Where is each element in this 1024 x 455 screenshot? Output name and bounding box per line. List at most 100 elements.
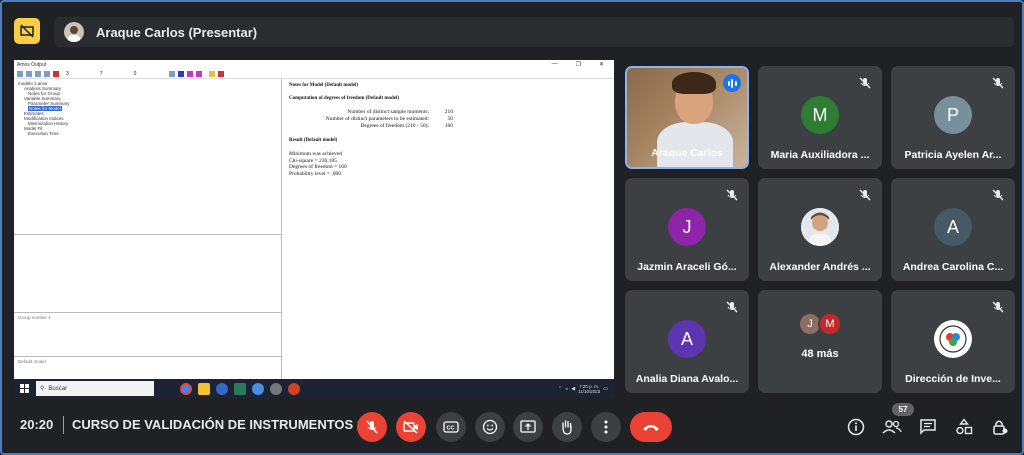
- system-tray: ⌃ ◒ ◀ 7:20 p. m. 11/10/2023 ▭: [558, 384, 614, 394]
- df-label: Degrees of freedom (210 - 50):: [360, 123, 429, 129]
- app2-icon: [252, 382, 264, 395]
- clock-date: 11/10/2023: [578, 388, 601, 394]
- mic-off-icon: [859, 77, 871, 89]
- mic-toggle-button[interactable]: [357, 412, 387, 442]
- participant-name: Jazmin Araceli Gó...: [637, 261, 737, 273]
- preview-icon: [26, 70, 32, 77]
- activities-button[interactable]: [953, 416, 975, 438]
- output-tree-pane: modelo 1.amw Analysis Summary Notes for …: [14, 79, 282, 379]
- print-icon: [17, 70, 23, 77]
- participant-tile[interactable]: Dirección de Inve...: [891, 290, 1015, 393]
- participant-name: Patricia Ayelen Ar...: [904, 149, 1002, 161]
- presenter-banner: Araque Carlos (Presentar): [54, 17, 1014, 47]
- emoji-icon: [482, 419, 498, 435]
- stop-presenting-icon[interactable]: [14, 18, 40, 44]
- folder-icon: [198, 382, 210, 395]
- df-label: Number of distinct parameters to be esti…: [325, 116, 429, 122]
- avatar: P: [934, 96, 972, 134]
- df-row: Number of distinct sample moments: 210: [289, 109, 608, 116]
- model-pane: Default model: [14, 356, 282, 379]
- powerpoint-icon: [288, 382, 300, 395]
- people-button[interactable]: [881, 416, 903, 438]
- minimize-icon: —: [551, 61, 558, 67]
- more-participants-tile[interactable]: J M 48 más: [758, 290, 882, 393]
- participant-tile[interactable]: M Maria Auxiliadora ...: [758, 66, 882, 169]
- copy-icon: [35, 70, 41, 77]
- df-row: Number of distinct parameters to be esti…: [289, 116, 608, 123]
- mic-off-icon: [726, 189, 738, 201]
- participant-name: Analia Diana Avalo...: [635, 373, 739, 385]
- participant-tile[interactable]: J Jazmin Araceli Gó...: [625, 178, 749, 281]
- presenter-name: Araque Carlos (Presentar): [96, 24, 258, 40]
- chrome-icon: [180, 382, 192, 395]
- df-title: Computation of degrees of freedom (Defau…: [289, 96, 400, 101]
- camera-off-icon: [403, 420, 418, 434]
- clock-time: 7:20 p. m.: [579, 383, 600, 389]
- mic-off-icon: [859, 189, 871, 201]
- meeting-info-button[interactable]: [845, 416, 867, 438]
- participant-name: Araque Carlos: [651, 147, 723, 159]
- present-screen-icon: [520, 420, 536, 433]
- participant-tile-speaking[interactable]: Araque Carlos: [625, 66, 749, 169]
- shared-screen: Amos Output — ❐ ✕ 3 7 0 modelo 1.amw Analy…: [14, 60, 614, 398]
- df-value: 160: [444, 123, 453, 129]
- amos-icon: [234, 382, 246, 395]
- hand-icon: [562, 420, 572, 435]
- close-icon: ✕: [598, 62, 604, 68]
- toolbar-value-2: 7: [99, 70, 103, 77]
- toolbar-value-1: 3: [66, 70, 69, 77]
- df-row: Degrees of freedom (210 - 50): 160: [289, 123, 608, 130]
- toolbar-value-3: 0: [133, 70, 137, 77]
- participant-name: Maria Auxiliadora ...: [770, 149, 870, 161]
- present-button[interactable]: [513, 412, 543, 442]
- participant-name: Dirección de Inve...: [905, 373, 1001, 385]
- info-icon: [847, 418, 865, 436]
- lock-person-icon: [993, 420, 1008, 435]
- reactions-button[interactable]: [475, 412, 505, 442]
- df-label: Number of distinct sample moments:: [347, 109, 429, 115]
- amos-title-bar: Amos Output — ❐ ✕: [14, 60, 614, 69]
- chat-icon: [920, 419, 936, 435]
- meeting-clock: 20:20: [20, 417, 54, 432]
- tray-volume-icon: ◀: [571, 385, 576, 392]
- captions-button[interactable]: CC: [436, 412, 466, 442]
- raise-hand-button[interactable]: [552, 412, 582, 442]
- help-icon: [209, 70, 216, 77]
- camera-toggle-button[interactable]: [396, 412, 426, 442]
- color-icon: [187, 70, 194, 77]
- participant-tile[interactable]: A Analia Diana Avalo...: [625, 290, 749, 393]
- hang-up-icon: [643, 425, 659, 431]
- more-options-button[interactable]: [591, 412, 621, 442]
- participant-name: Alexander Andrés ...: [769, 261, 871, 273]
- avatar: J: [668, 208, 706, 246]
- participant-tile[interactable]: A Andrea Carolina C...: [891, 178, 1015, 281]
- output-tree: modelo 1.amw Analysis Summary Notes for …: [14, 79, 281, 138]
- participant-tile[interactable]: Alexander Andrés ...: [758, 178, 882, 281]
- presenter-avatar: [64, 22, 84, 42]
- open-icon: [44, 70, 50, 77]
- tray-wifi-icon: ◒: [565, 385, 569, 392]
- windows-taskbar: ⚲ Buscar ⌃ ◒ ◀ 7:20 p. m. 11/10/2023 ▭: [14, 379, 614, 398]
- mic-off-icon: [992, 301, 1004, 313]
- meet-window: Araque Carlos (Presentar) Amos Output — ❐…: [0, 0, 1024, 455]
- avatar: M: [801, 96, 839, 134]
- taskbar-search: ⚲ Buscar: [36, 381, 154, 396]
- participant-tile[interactable]: P Patricia Ayelen Ar...: [891, 66, 1015, 169]
- leave-call-button[interactable]: [630, 412, 672, 442]
- tree-item: Execution Time: [28, 131, 59, 136]
- df-value: 50: [447, 116, 454, 122]
- meeting-title: CURSO DE VALIDACIÓN DE INSTRUMENTOS 1...: [72, 417, 375, 432]
- people-icon: [882, 420, 902, 434]
- result-line: Probability level = ,000: [289, 170, 341, 177]
- host-controls-button[interactable]: [989, 416, 1011, 438]
- activities-icon: [956, 418, 973, 435]
- amos-toolbar: 3 7 0: [14, 69, 614, 79]
- model-label: Default model: [18, 359, 46, 364]
- avatar-photo: [801, 208, 839, 246]
- svg-text:CC: CC: [447, 426, 455, 432]
- tray-chevron-icon: ⌃: [557, 385, 563, 392]
- mic-off-icon: [366, 420, 378, 434]
- options-icon: [53, 70, 59, 77]
- participant-name: Andrea Carolina C...: [902, 261, 1004, 273]
- chat-button[interactable]: [917, 416, 939, 438]
